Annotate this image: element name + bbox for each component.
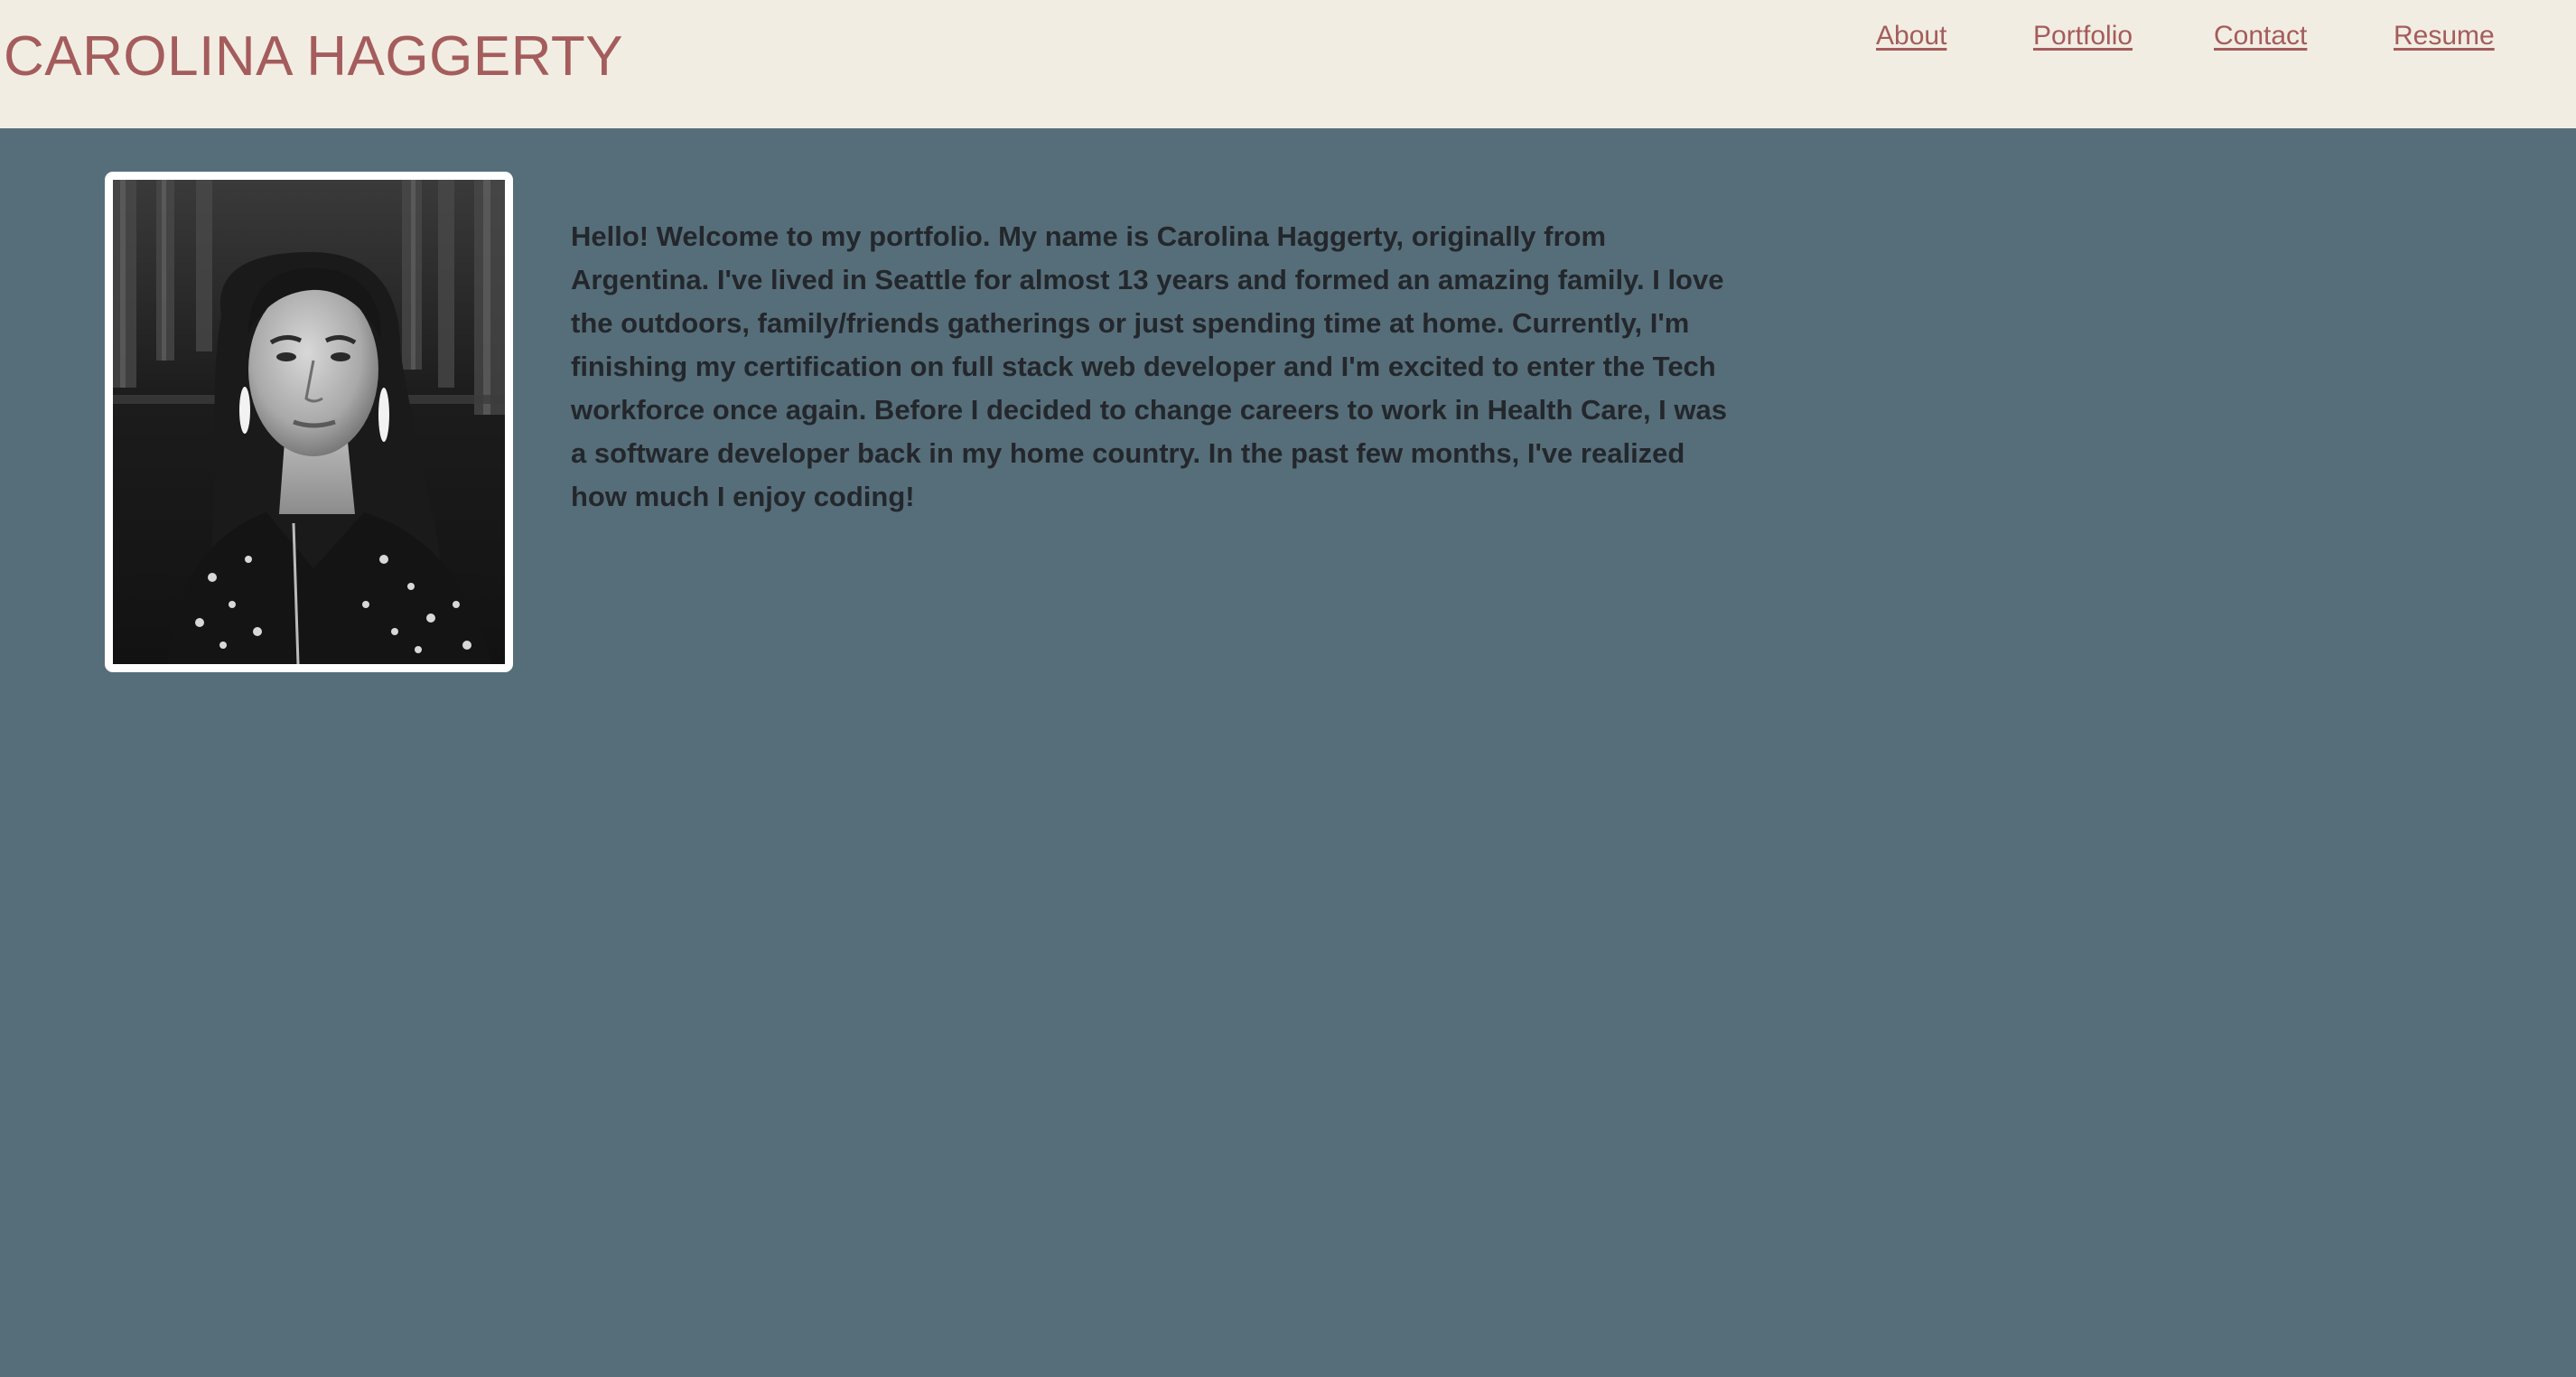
- nav-link-portfolio[interactable]: Portfolio: [2033, 16, 2133, 56]
- nav-link-contact[interactable]: Contact: [2214, 16, 2307, 56]
- bio-text: Hello! Welcome to my portfolio. My name …: [571, 220, 1728, 512]
- profile-photo-frame: [105, 172, 513, 672]
- profile-photo: [113, 180, 505, 664]
- nav-link-resume[interactable]: Resume: [2394, 16, 2495, 56]
- nav-link-about[interactable]: About: [1876, 16, 1946, 56]
- main-nav: About Portfolio Contact Resume: [0, 16, 2576, 56]
- site-header: CAROLINA HAGGERTY About Portfolio Contac…: [0, 0, 2576, 128]
